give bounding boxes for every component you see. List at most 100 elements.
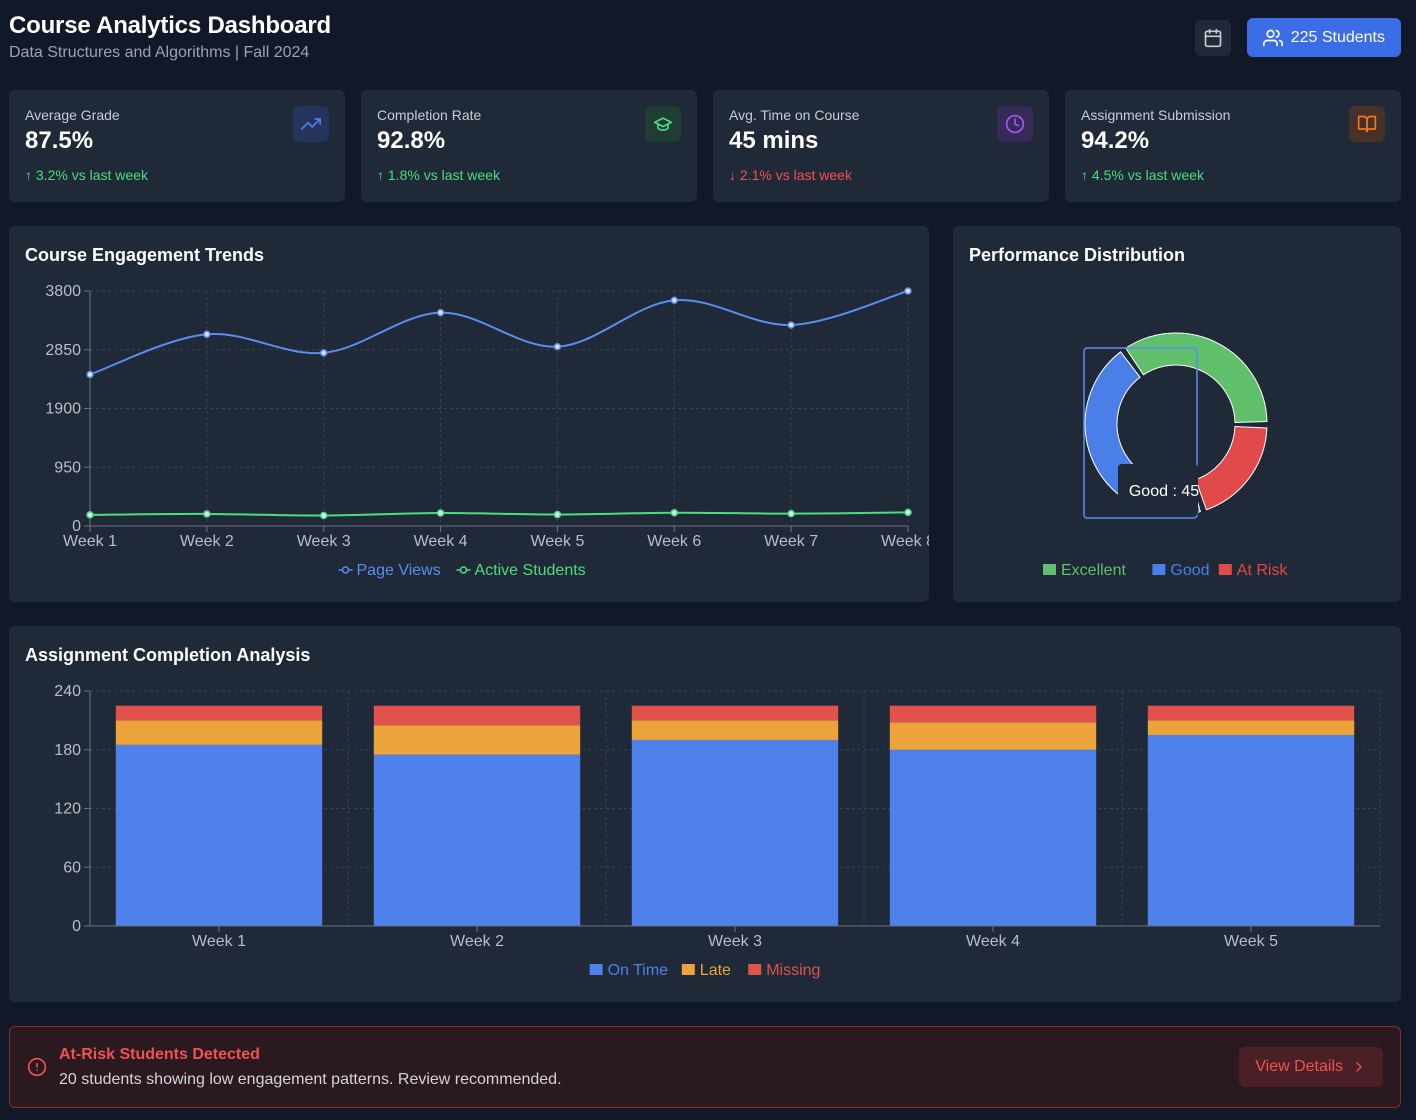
y-tick-label: 950 [54,459,81,476]
x-tick-label: Week 2 [180,533,234,550]
tooltip-text: Good : 45 [1129,483,1199,500]
legend-label: Good [1170,562,1209,579]
stat-icon-badge [1349,106,1385,142]
y-tick-label: 120 [54,801,81,818]
at-risk-alert: At-Risk Students Detected 20 students sh… [9,1026,1401,1108]
bar-segment-missing [115,705,323,721]
alert-text: 20 students showing low engagement patte… [59,1071,562,1088]
data-point [553,510,562,519]
bar-segment-on-time [889,749,1097,926]
stat-label: Average Grade [25,107,120,123]
legend-swatch [1152,564,1166,575]
engagement-line-chart: 0950190028503800Week 1 Week 2 Week 3 Week 4… [45,283,929,579]
y-tick-label: 240 [54,683,81,700]
stat-icon-badge [645,106,681,142]
data-point [553,342,562,351]
stat-value: 92.8% [377,127,446,154]
bar-segment-on-time [631,739,839,926]
calendar-button[interactable] [1194,19,1231,56]
x-tick-label: Week 3 [297,533,351,550]
book-open-icon [1357,115,1377,133]
data-point [670,508,679,517]
data-point [319,511,328,520]
bar-segment-on-time [373,754,581,926]
stat-change: ↑ 1.8% vs last week [377,167,500,183]
x-tick-label: Week 1 [63,533,117,550]
calendar-icon [1204,28,1222,47]
stat-cards: Average Grade 87.5% ↑ 3.2% vs last week … [9,90,1401,202]
legend-swatch [589,964,603,975]
legend-label: Page Views [357,562,441,579]
x-tick-label: Week 4 [966,933,1020,950]
stat-card-avg-time: Avg. Time on Course 45 mins ↓ 2.1% vs la… [713,90,1049,202]
chart-legend: Excellent Good At Risk [1043,562,1288,579]
page-subtitle: Data Structures and Algorithms | Fall 20… [9,44,310,61]
bar-segment-on-time [1147,735,1355,926]
legend-dot-marker [341,566,350,574]
x-tick-label: Week 1 [192,933,246,950]
view-details-button[interactable]: View Details [1239,1047,1383,1087]
legend-label: Missing [766,962,820,979]
data-point [319,349,328,357]
x-tick-label: Week 8 [881,533,929,550]
legend-dot-marker [459,566,468,574]
bar-segment-missing [373,705,581,726]
alert-title: At-Risk Students Detected [59,1046,260,1063]
legend-swatch [1043,564,1056,575]
graduation-cap-icon [653,117,673,131]
data-point [86,370,94,379]
pie-slice-at-risk [1195,426,1268,511]
x-tick-label: Week 5 [1224,933,1278,950]
x-tick-label: Week 4 [414,533,468,550]
data-point [787,509,795,518]
stat-label: Completion Rate [377,107,482,123]
stat-value: 45 mins [729,127,819,154]
data-point [904,508,912,517]
chart-legend: Page Views Active Students [338,562,586,579]
legend-label: Active Students [475,562,586,579]
stat-label: Assignment Submission [1081,107,1231,123]
stat-card-completion-rate: Completion Rate 92.8% ↑ 1.8% vs last wee… [361,90,697,202]
x-tick-label: Week 5 [530,533,584,550]
data-point [436,308,445,317]
data-point [203,510,211,518]
stat-icon-badge [997,106,1033,142]
y-tick-label: 0 [72,918,81,935]
bar-segment-late [631,720,839,740]
users-icon [1262,29,1283,46]
x-tick-label: Week 7 [764,533,818,550]
bar-segment-on-time [115,744,323,926]
stat-value: 94.2% [1081,127,1150,154]
engagement-panel: Course Engagement Trends 0 950 1900 2850 380… [9,226,929,602]
bar-segment-late [115,720,323,745]
performance-donut-chart: Good : 45 Excellent Good At Risk [1043,332,1288,579]
data-point [787,321,795,329]
data-point [904,287,912,295]
bar-segment-late [1147,720,1355,736]
y-tick-label: 2850 [45,342,81,359]
stat-icon-badge [293,106,329,142]
chart-legend: On Time Late Missing [589,962,820,979]
grid-lines [89,290,909,527]
bar-segment-missing [889,705,1097,723]
header-actions: 225 Students [1194,18,1401,57]
y-tick-label: 60 [63,859,81,876]
clock-icon [1005,114,1025,134]
legend-swatch [681,964,695,975]
x-tick-label: Week 6 [647,533,701,550]
x-tick-label: Week 3 [708,933,762,950]
legend-label: Excellent [1061,562,1126,579]
legend-label: At Risk [1237,562,1289,579]
alert-circle-icon [27,1057,47,1077]
legend-label: On Time [608,962,669,979]
y-tick-label: 1900 [45,401,81,418]
series-line [89,290,909,376]
students-button[interactable]: 225 Students [1246,18,1401,57]
bar-segment-late [373,725,581,755]
page-title: Course Analytics Dashboard [9,12,331,39]
stat-change: ↓ 2.1% vs last week [729,167,852,183]
data-point [436,509,445,517]
legend-swatch [1218,564,1232,575]
legend-swatch [748,964,762,975]
y-tick-label: 180 [54,742,81,759]
